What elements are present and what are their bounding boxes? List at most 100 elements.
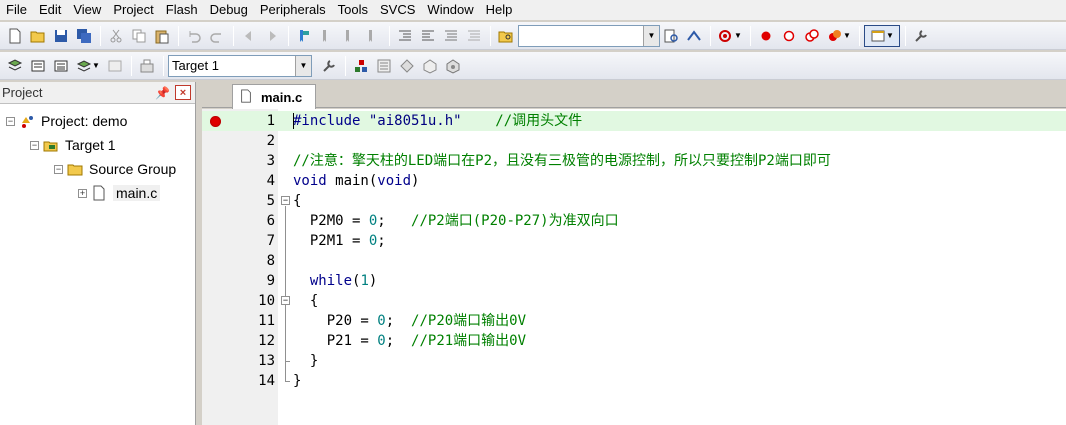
collapse-icon[interactable]: − (30, 140, 39, 150)
bookmark-icon[interactable] (293, 25, 315, 47)
rebuild-icon[interactable] (50, 55, 72, 77)
menu-project[interactable]: Project (107, 0, 159, 20)
build-icon[interactable] (27, 55, 49, 77)
save-all-icon[interactable] (73, 25, 95, 47)
fold-while-icon[interactable]: − (281, 296, 290, 305)
chevron-down-icon[interactable]: ▼ (643, 25, 659, 46)
menu-flash[interactable]: Flash (160, 0, 204, 20)
pack-manager-icon[interactable] (442, 55, 464, 77)
paste-icon[interactable] (151, 25, 173, 47)
code-token: ; (385, 333, 412, 349)
window-layout-icon[interactable]: ▼ (864, 24, 900, 47)
code-line[interactable]: 9 while(1) (202, 271, 1066, 291)
code-line[interactable]: 5{ (202, 191, 1066, 211)
prev-bookmark-icon[interactable] (316, 25, 338, 47)
tree-node-project[interactable]: − Project: demo (6, 110, 127, 132)
toolbar-separator (131, 55, 132, 76)
breakpoint-icon[interactable] (210, 116, 221, 127)
tree-node-label: Project: demo (41, 113, 128, 129)
fold-main-icon[interactable]: − (281, 196, 290, 205)
code-line[interactable]: 8 (202, 251, 1066, 271)
pack-installer-icon[interactable] (419, 55, 441, 77)
disable-all-breakpoints-icon[interactable] (801, 25, 823, 47)
copy-icon[interactable] (128, 25, 150, 47)
save-icon[interactable] (50, 25, 72, 47)
find-combo[interactable]: ▼ (518, 24, 660, 47)
menu-svcs[interactable]: SVCS (374, 0, 421, 20)
menu-help[interactable]: Help (480, 0, 519, 20)
line-number: 2 (266, 133, 275, 149)
file-icon (91, 185, 107, 201)
clear-bookmarks-icon[interactable] (362, 25, 384, 47)
code-line[interactable]: 7 P2M1 = 0; (202, 231, 1066, 251)
next-bookmark-icon[interactable] (339, 25, 361, 47)
redo-icon[interactable] (206, 25, 228, 47)
comment-icon[interactable] (440, 25, 462, 47)
find-in-files-icon[interactable] (495, 25, 517, 47)
code-line[interactable]: 1 #include "ai8051u.h" //调用头文件 (202, 111, 1066, 131)
toolbar-separator (905, 25, 906, 46)
collapse-icon[interactable]: − (54, 164, 63, 174)
menu-debug[interactable]: Debug (204, 0, 254, 20)
undo-icon[interactable] (183, 25, 205, 47)
indent-icon[interactable] (394, 25, 416, 47)
toolbar-separator (233, 25, 234, 46)
line-number: 14 (258, 373, 275, 389)
target-options-icon[interactable] (318, 55, 340, 77)
configure-icon[interactable] (910, 25, 932, 47)
enable-breakpoint-icon[interactable] (778, 25, 800, 47)
debug-start-icon[interactable]: ▼ (715, 25, 745, 47)
target-select[interactable]: Target 1 ▼ (168, 54, 312, 77)
code-line[interactable]: 11 P20 = 0; //P20端口输出0V (202, 311, 1066, 331)
tree-node-main-c[interactable]: + main.c (78, 182, 161, 204)
download-icon[interactable] (136, 55, 158, 77)
insert-breakpoint-icon[interactable] (755, 25, 777, 47)
line-number: 5 (266, 193, 275, 209)
code-token: ) (411, 173, 420, 189)
menu-edit[interactable]: Edit (33, 0, 67, 20)
code-line[interactable]: 10 { (202, 291, 1066, 311)
code-line[interactable]: 3 //注意：擎天柱的LED端口在P2，且没有三极管的电源控制，所以只要控制P2端… (202, 151, 1066, 171)
uncomment-icon[interactable] (463, 25, 485, 47)
fold-end-marker (285, 381, 290, 382)
manage-rte-icon[interactable] (396, 55, 418, 77)
open-folder-icon[interactable] (27, 25, 49, 47)
code-line[interactable]: 13 } (202, 351, 1066, 371)
close-icon[interactable]: × (175, 85, 191, 100)
nav-forward-icon[interactable] (261, 25, 283, 47)
expand-icon[interactable]: + (78, 188, 87, 198)
translate-icon[interactable] (4, 55, 26, 77)
project-panel: Project 📌 × − Project: demo − Target 1 −… (0, 82, 196, 425)
chevron-down-icon[interactable]: ▼ (295, 55, 311, 76)
unindent-icon[interactable] (417, 25, 439, 47)
collapse-icon[interactable]: − (6, 116, 15, 126)
tree-node-source-group[interactable]: − Source Group (54, 158, 176, 180)
code-line[interactable]: 12 P21 = 0; //P21端口输出0V (202, 331, 1066, 351)
incremental-find-icon[interactable] (683, 25, 705, 47)
pin-icon[interactable]: 📌 (155, 86, 170, 100)
select-packs-icon[interactable] (373, 55, 395, 77)
menu-file[interactable]: File (0, 0, 33, 20)
manage-project-items-icon[interactable] (350, 55, 372, 77)
code-line[interactable]: 6 P2M0 = 0; //P2端口(P20-P27)为准双向口 (202, 211, 1066, 231)
code-line[interactable]: 4 void main(void) (202, 171, 1066, 191)
menu-tools[interactable]: Tools (332, 0, 374, 20)
menu-peripherals[interactable]: Peripherals (254, 0, 332, 20)
code-line[interactable]: 2 (202, 131, 1066, 151)
code-line[interactable]: 14} (202, 371, 1066, 391)
stop-build-icon[interactable] (104, 55, 126, 77)
tree-node-target[interactable]: − Target 1 (30, 134, 116, 156)
nav-back-icon[interactable] (238, 25, 260, 47)
new-file-icon[interactable] (4, 25, 26, 47)
code-editor[interactable]: 1 #include "ai8051u.h" //调用头文件 2 3//注意：擎天柱的… (202, 109, 1066, 425)
code-token: //P20端口输出0V (411, 313, 527, 329)
tab-main-c[interactable]: main.c (232, 84, 316, 109)
menu-window[interactable]: Window (421, 0, 479, 20)
menu-view[interactable]: View (67, 0, 107, 20)
code-token: main( (326, 173, 378, 189)
kill-breakpoints-icon[interactable]: ▼ (824, 25, 854, 47)
code-token: P21 = (293, 333, 378, 349)
cut-icon[interactable] (105, 25, 127, 47)
batch-build-icon[interactable]: ▼ (73, 55, 103, 77)
find-icon[interactable] (660, 25, 682, 47)
